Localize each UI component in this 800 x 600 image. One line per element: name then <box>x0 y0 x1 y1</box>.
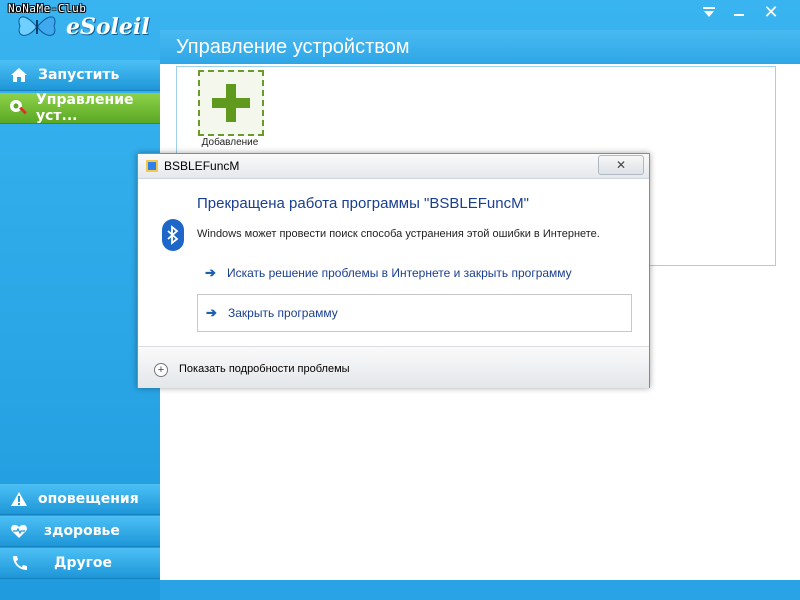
sidebar-item-label: Запустить <box>38 67 120 83</box>
sidebar-item-run[interactable]: Запустить <box>0 60 160 91</box>
sidebar-item-other[interactable]: Другое <box>0 548 160 579</box>
bottom-strip <box>160 580 800 600</box>
menu-down-icon <box>703 7 715 17</box>
close-button[interactable]: ✕ <box>758 2 784 23</box>
show-details-link[interactable]: Показать подробности проблемы <box>179 363 350 375</box>
page-title: Управление устройством <box>176 36 410 58</box>
option-label: Искать решение проблемы в Интернете и за… <box>227 266 572 280</box>
close-program-option[interactable]: ➔ Закрыть программу <box>197 294 632 332</box>
app-icon <box>146 160 158 172</box>
minimize-icon <box>734 14 744 16</box>
warning-icon <box>8 488 30 510</box>
plus-icon <box>212 84 250 122</box>
title-bar: NoNaMe-Club eSoleil ✕ <box>0 0 800 41</box>
dialog-subtext: Windows может провести поиск способа уст… <box>197 228 600 240</box>
add-device-label: Добавление <box>201 137 259 148</box>
sidebar-item-label: оповещения <box>38 491 139 507</box>
bluetooth-icon <box>162 219 184 251</box>
dialog-title: BSBLEFuncM <box>164 159 240 173</box>
search-online-option[interactable]: ➔ Искать решение проблемы в Интернете и … <box>197 255 630 291</box>
sidebar-item-alerts[interactable]: оповещения <box>0 484 160 515</box>
app-window: NoNaMe-Club eSoleil ✕ Запустить Управлен… <box>0 0 800 600</box>
logo: NoNaMe-Club eSoleil <box>4 0 154 46</box>
dropdown-menu-button[interactable] <box>696 2 722 22</box>
heart-icon <box>8 520 30 542</box>
expand-plus-icon[interactable]: + <box>154 363 168 377</box>
dialog-heading: Прекращена работа программы "BSBLEFuncM" <box>197 195 529 212</box>
option-label: Закрыть программу <box>228 306 338 320</box>
dialog-title-bar: BSBLEFuncM ✕ <box>138 154 649 179</box>
home-icon <box>8 64 30 86</box>
sidebar-item-health[interactable]: здоровье <box>0 516 160 547</box>
sidebar-item-label: Управление уст... <box>36 92 134 124</box>
phone-icon <box>8 552 30 574</box>
add-device-button[interactable] <box>198 70 264 136</box>
dialog-close-button[interactable]: ✕ <box>598 155 644 175</box>
arrow-right-icon: ➔ <box>206 305 217 320</box>
dialog-footer: + Показать подробности проблемы <box>138 346 649 388</box>
sidebar-item-device-management[interactable]: Управление уст... <box>0 92 160 124</box>
brand-name: eSoleil <box>66 14 150 40</box>
arrow-right-icon: ➔ <box>205 265 216 280</box>
error-dialog: BSBLEFuncM ✕ Прекращена работа программы… <box>137 153 650 388</box>
sidebar-item-label: Другое <box>54 555 113 571</box>
sidebar-item-label: здоровье <box>44 523 120 539</box>
tools-icon <box>8 97 28 119</box>
minimize-button[interactable] <box>726 2 752 22</box>
